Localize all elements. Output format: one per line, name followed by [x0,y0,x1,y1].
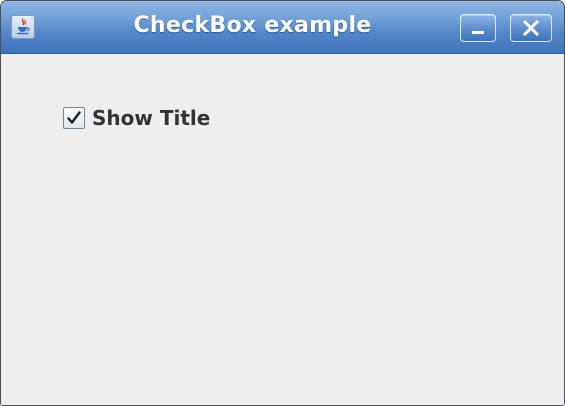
content-pane: Show Title [1,54,564,405]
app-window: CheckBox example Show Title [0,0,565,406]
close-button[interactable] [510,14,552,42]
show-title-checkbox[interactable]: Show Title [63,106,210,130]
close-icon [522,19,540,37]
minimize-icon [472,31,484,34]
checkmark-icon [67,111,81,124]
minimize-button[interactable] [460,14,496,42]
checkbox-box[interactable] [63,107,85,129]
title-bar[interactable]: CheckBox example [1,1,564,54]
checkbox-label[interactable]: Show Title [92,106,210,130]
